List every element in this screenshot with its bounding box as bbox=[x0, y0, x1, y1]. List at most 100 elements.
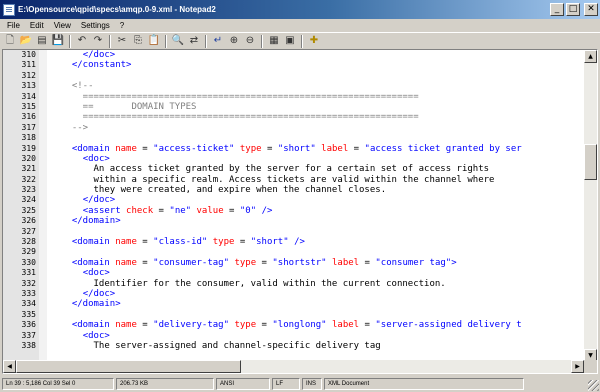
code-line[interactable]: 329 bbox=[3, 247, 585, 257]
code-line[interactable]: 319 <domain name = "access-ticket" type … bbox=[3, 144, 585, 154]
code-line[interactable]: 330 <domain name = "consumer-tag" type =… bbox=[3, 258, 585, 268]
line-text: <!-- bbox=[61, 81, 94, 91]
code-line[interactable]: 311 </constant> bbox=[3, 60, 585, 70]
toolbar: 🗋 📂 ▤ 💾 ↶ ↷ ✂ ⎘ 📋 🔍 ⇄ ↵ ⊕ ⊖ ▦ ▣ ✚ bbox=[0, 32, 600, 49]
status-encoding[interactable]: ANSI bbox=[216, 378, 270, 390]
code-line[interactable]: 312 bbox=[3, 71, 585, 81]
close-button[interactable]: ✕ bbox=[584, 3, 598, 16]
code-line[interactable]: 335 bbox=[3, 310, 585, 320]
code-line[interactable]: 324 </doc> bbox=[3, 195, 585, 205]
menu-view[interactable]: View bbox=[49, 21, 76, 30]
code-line[interactable]: 326 </domain> bbox=[3, 216, 585, 226]
title-bar[interactable]: E:\Opensource\qpid\specs\amqp.0-9.xml - … bbox=[0, 0, 600, 19]
notepad2-app-icon[interactable] bbox=[3, 3, 15, 16]
code-line[interactable]: 310 </doc> bbox=[3, 50, 585, 60]
redo-icon[interactable]: ↷ bbox=[91, 34, 105, 48]
copy-icon[interactable]: ⎘ bbox=[131, 34, 145, 48]
scroll-up-button[interactable]: ▲ bbox=[584, 50, 597, 63]
code-line[interactable]: 325 <assert check = "ne" value = "0" /> bbox=[3, 206, 585, 216]
status-position[interactable]: Ln 39 : 5,186 Col 39 Sel 0 bbox=[2, 378, 114, 390]
scroll-right-button[interactable]: ▶ bbox=[571, 360, 584, 373]
code-line[interactable]: 313 <!-- bbox=[3, 81, 585, 91]
code-line[interactable]: 317 --> bbox=[3, 123, 585, 133]
toolbar-separator bbox=[109, 34, 111, 48]
word-wrap-icon[interactable]: ↵ bbox=[211, 34, 225, 48]
code-line[interactable]: 336 <domain name = "delivery-tag" type =… bbox=[3, 320, 585, 330]
line-number: 322 bbox=[21, 174, 36, 184]
code-line[interactable]: 332 Identifier for the consumer, valid w… bbox=[3, 279, 585, 289]
favorites-icon[interactable]: ✚ bbox=[307, 34, 321, 48]
code-line[interactable]: 334 </domain> bbox=[3, 299, 585, 309]
undo-icon[interactable]: ↶ bbox=[75, 34, 89, 48]
line-number: 335 bbox=[21, 309, 36, 319]
code-line[interactable]: 327 bbox=[3, 227, 585, 237]
status-insert-mode[interactable]: INS bbox=[302, 378, 322, 390]
scheme-icon[interactable]: ▦ bbox=[267, 34, 281, 48]
code-line[interactable]: 314 ====================================… bbox=[3, 92, 585, 102]
horizontal-scroll-thumb[interactable] bbox=[16, 360, 241, 373]
menu-file[interactable]: File bbox=[2, 21, 25, 30]
line-number: 330 bbox=[21, 257, 36, 267]
minimize-button[interactable]: _ bbox=[550, 3, 564, 16]
menu-edit[interactable]: Edit bbox=[25, 21, 49, 30]
code-token: "short" bbox=[277, 143, 316, 154]
menu-help[interactable]: ? bbox=[115, 21, 129, 30]
code-token: = bbox=[261, 143, 278, 154]
scheme-config-icon[interactable]: ▣ bbox=[283, 34, 297, 48]
code-line[interactable]: 323 they were created, and expire when t… bbox=[3, 185, 585, 195]
code-token: = bbox=[223, 205, 240, 216]
code-line[interactable]: 316 ====================================… bbox=[3, 112, 585, 122]
code-token: = bbox=[348, 143, 365, 154]
code-token: = bbox=[256, 257, 273, 268]
cut-icon[interactable]: ✂ bbox=[115, 34, 129, 48]
scroll-left-button[interactable]: ◀ bbox=[3, 360, 16, 373]
save-icon[interactable]: 💾 bbox=[51, 34, 65, 48]
new-file-icon[interactable]: 🗋 bbox=[3, 34, 17, 48]
status-line-endings[interactable]: LF bbox=[272, 378, 300, 390]
menu-settings[interactable]: Settings bbox=[76, 21, 115, 30]
code-token: = bbox=[234, 237, 251, 248]
code-line[interactable]: 337 <doc> bbox=[3, 331, 585, 341]
code-line[interactable]: 331 <doc> bbox=[3, 268, 585, 278]
code-line[interactable]: 318 bbox=[3, 133, 585, 143]
status-scheme[interactable]: XML Document bbox=[324, 378, 524, 390]
code-line[interactable]: 328 <domain name = "class-id" type = "sh… bbox=[3, 237, 585, 247]
code-line[interactable]: 322 within a specific realm. Access tick… bbox=[3, 175, 585, 185]
line-number: 325 bbox=[21, 205, 36, 215]
code-token: <doc> bbox=[82, 330, 110, 341]
resize-grip[interactable] bbox=[588, 380, 599, 391]
browse-icon[interactable]: ▤ bbox=[35, 34, 49, 48]
vertical-scrollbar[interactable]: ▲ ▼ bbox=[584, 50, 597, 362]
line-number: 326 bbox=[21, 216, 36, 226]
zoom-out-icon[interactable]: ⊖ bbox=[243, 34, 257, 48]
line-number: 321 bbox=[21, 164, 36, 174]
status-filesize: 206.73 KB bbox=[116, 378, 214, 390]
line-number: 313 bbox=[21, 81, 36, 91]
code-token: "access-ticket" bbox=[153, 143, 235, 154]
code-area[interactable]: 310 </doc> 311 </constant> 312 313 <!-- 314 … bbox=[3, 50, 585, 373]
maximize-button[interactable]: □ bbox=[566, 3, 580, 16]
code-token: value bbox=[196, 205, 224, 216]
code-line[interactable]: 320 <doc> bbox=[3, 154, 585, 164]
code-token: </doc> bbox=[82, 50, 116, 60]
code-line[interactable]: 321 An access ticket granted by the serv… bbox=[3, 164, 585, 174]
replace-icon[interactable]: ⇄ bbox=[187, 34, 201, 48]
line-text: <domain name = "consumer-tag" type = "sh… bbox=[61, 258, 457, 268]
code-line[interactable]: 333 </doc> bbox=[3, 289, 585, 299]
paste-icon[interactable]: 📋 bbox=[147, 34, 161, 48]
find-icon[interactable]: 🔍 bbox=[171, 34, 185, 48]
zoom-in-icon[interactable]: ⊕ bbox=[227, 34, 241, 48]
code-line[interactable]: 338 The server-assigned and channel-spec… bbox=[3, 341, 585, 351]
code-token: > bbox=[451, 257, 457, 268]
code-line[interactable]: 315 == DOMAIN TYPES bbox=[3, 102, 585, 112]
editor[interactable]: 310 </doc> 311 </constant> 312 313 <!-- 314 … bbox=[2, 49, 598, 374]
horizontal-scrollbar[interactable]: ◀ ▶ bbox=[3, 360, 584, 373]
open-folder-icon[interactable]: 📂 bbox=[19, 34, 33, 48]
vertical-scroll-thumb[interactable] bbox=[584, 144, 597, 180]
